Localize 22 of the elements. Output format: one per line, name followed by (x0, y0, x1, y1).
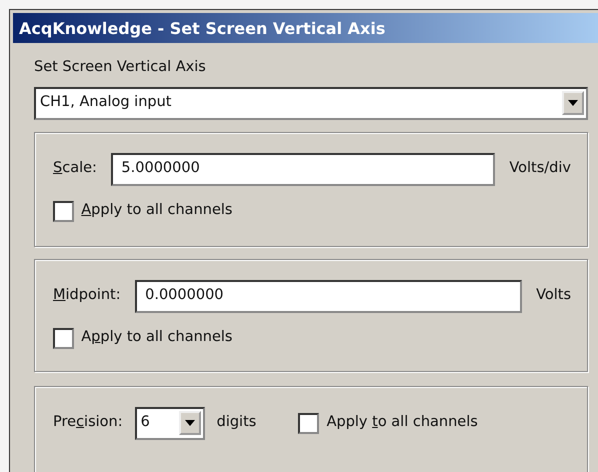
precision-dropdown[interactable]: 6 (134, 406, 205, 440)
unit-label: Volts (536, 286, 571, 306)
unit-label: digits (216, 413, 256, 432)
checkbox-label: Apply to all channels (326, 413, 478, 432)
input-field[interactable]: 0.0000000 (135, 280, 522, 313)
input-field[interactable]: 5.0000000 (111, 152, 495, 186)
field-label: Set Screen Vertical Axis (34, 58, 206, 77)
field-label: Precision: (53, 413, 123, 432)
field-label: Scale: (53, 159, 97, 178)
dropdown-arrow-icon (184, 420, 195, 426)
checkbox-label: Apply to all channels (81, 201, 232, 220)
dropdown-button[interactable] (178, 411, 201, 436)
checkbox[interactable] (298, 412, 320, 434)
checkbox[interactable] (53, 200, 74, 222)
unit-label: Volts/div (509, 159, 571, 178)
checkbox-label: Apply to all channels (81, 328, 232, 348)
channel-dropdown[interactable]: CH1, Analog input (34, 86, 588, 120)
dropdown-button[interactable] (562, 91, 584, 116)
dropdown-arrow-icon (568, 100, 578, 106)
window-title: AcqKnowledge - Set Screen Vertical Axis (13, 13, 598, 43)
checkbox[interactable] (53, 328, 74, 349)
field-label: Midpoint: (53, 286, 121, 306)
